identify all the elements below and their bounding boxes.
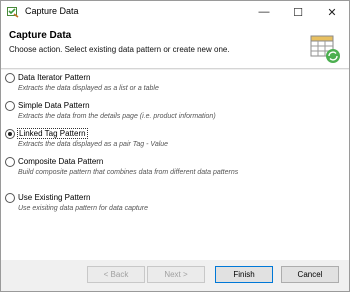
radio-linked-tag-pattern[interactable] xyxy=(5,129,15,139)
page-title: Capture Data xyxy=(9,30,72,41)
radio-data-iterator-pattern[interactable] xyxy=(5,73,15,83)
option-description: Extracts the data from the details page … xyxy=(18,113,216,120)
option-description: Extracts the data displayed as a pair Ta… xyxy=(18,141,169,148)
option-label[interactable]: Use Existing Pattern xyxy=(18,193,90,202)
page-description: Choose action. Select existing data patt… xyxy=(9,45,230,54)
cancel-button[interactable]: Cancel xyxy=(281,266,339,283)
pattern-options: Data Iterator Pattern Extracts the data … xyxy=(1,70,349,260)
minimize-icon[interactable]: — xyxy=(247,1,281,23)
finish-button[interactable]: Finish xyxy=(215,266,273,283)
table-refresh-icon xyxy=(310,35,340,63)
radio-use-existing-pattern[interactable] xyxy=(5,193,15,203)
back-button[interactable]: < Back xyxy=(87,266,145,283)
dialog-window: Capture Data — ☐ ✕ Capture Data Choose a… xyxy=(0,0,350,292)
maximize-icon[interactable]: ☐ xyxy=(281,1,315,23)
option-description: Build composite pattern that combines da… xyxy=(18,169,239,176)
window-title: Capture Data xyxy=(25,6,79,16)
radio-composite-data-pattern[interactable] xyxy=(5,157,15,167)
close-icon[interactable]: ✕ xyxy=(315,1,349,23)
radio-simple-data-pattern[interactable] xyxy=(5,101,15,111)
capture-data-app-icon xyxy=(7,7,19,18)
next-button[interactable]: Next > xyxy=(147,266,205,283)
title-bar: Capture Data — ☐ ✕ xyxy=(1,1,349,23)
wizard-header: Capture Data Choose action. Select exist… xyxy=(1,23,349,69)
option-label[interactable]: Simple Data Pattern xyxy=(18,101,90,110)
button-bar: < Back Next > Finish Cancel xyxy=(1,260,349,291)
option-label[interactable]: Linked Tag Pattern xyxy=(17,128,88,139)
option-description: Use exisiting data pattern for data capt… xyxy=(18,205,148,212)
option-label[interactable]: Composite Data Pattern xyxy=(18,157,103,166)
option-label[interactable]: Data Iterator Pattern xyxy=(18,73,90,82)
option-description: Extracts the data displayed as a list or… xyxy=(18,85,159,92)
